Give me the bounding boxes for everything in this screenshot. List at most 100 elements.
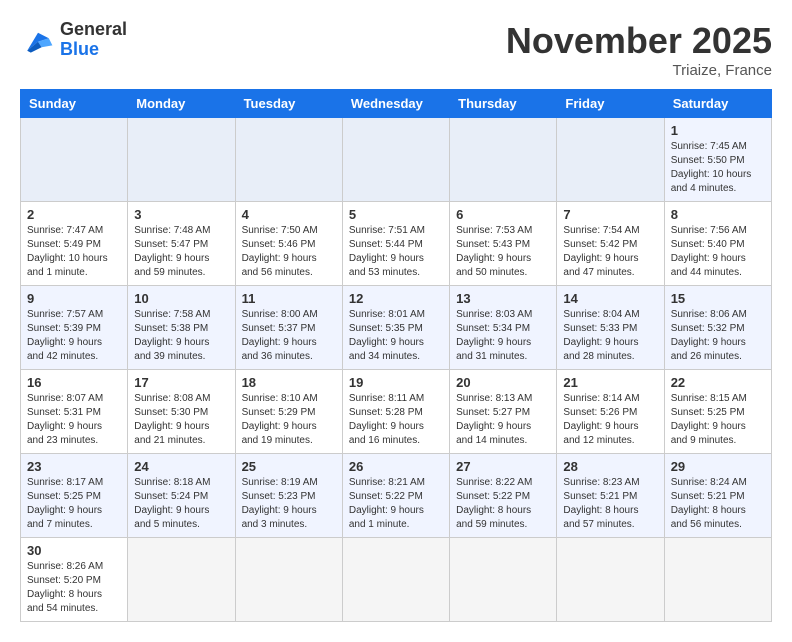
calendar-cell: 16 Sunrise: 8:07 AM Sunset: 5:31 PM Dayli…: [21, 370, 128, 454]
day-number: 13: [456, 291, 550, 306]
logo-icon: [20, 25, 56, 55]
day-info: Sunrise: 7:50 AM Sunset: 5:46 PM Dayligh…: [242, 224, 336, 280]
location-subtitle: Triaize, France: [506, 62, 772, 79]
day-number: 29: [671, 459, 765, 474]
day-info: Sunrise: 8:22 AM Sunset: 5:22 PM Dayligh…: [456, 476, 550, 532]
calendar-body: 1 Sunrise: 7:45 AM Sunset: 5:50 PM Daylig…: [21, 118, 772, 622]
day-info: Sunrise: 7:45 AM Sunset: 5:50 PM Dayligh…: [671, 140, 765, 196]
day-number: 27: [456, 459, 550, 474]
day-info: Sunrise: 8:00 AM Sunset: 5:37 PM Dayligh…: [242, 308, 336, 364]
day-info: Sunrise: 8:08 AM Sunset: 5:30 PM Dayligh…: [134, 392, 228, 448]
day-info: Sunrise: 8:11 AM Sunset: 5:28 PM Dayligh…: [349, 392, 443, 448]
day-info: Sunrise: 8:15 AM Sunset: 5:25 PM Dayligh…: [671, 392, 765, 448]
day-info: Sunrise: 8:24 AM Sunset: 5:21 PM Dayligh…: [671, 476, 765, 532]
calendar-cell: 30 Sunrise: 8:26 AM Sunset: 5:20 PM Dayli…: [21, 538, 128, 622]
day-number: 23: [27, 459, 121, 474]
day-number: 18: [242, 375, 336, 390]
day-number: 2: [27, 207, 121, 222]
day-info: Sunrise: 7:57 AM Sunset: 5:39 PM Dayligh…: [27, 308, 121, 364]
day-info: Sunrise: 7:51 AM Sunset: 5:44 PM Dayligh…: [349, 224, 443, 280]
calendar-cell: [235, 538, 342, 622]
calendar-cell: 14Sunrise: 8:04 AM Sunset: 5:33 PM Dayli…: [557, 286, 664, 370]
calendar-cell: 11Sunrise: 8:00 AM Sunset: 5:37 PM Dayli…: [235, 286, 342, 370]
day-number: 12: [349, 291, 443, 306]
calendar-cell: [664, 538, 771, 622]
day-number: 1: [671, 123, 765, 138]
day-info: Sunrise: 8:14 AM Sunset: 5:26 PM Dayligh…: [563, 392, 657, 448]
calendar-cell: 27 Sunrise: 8:22 AM Sunset: 5:22 PM Dayli…: [450, 454, 557, 538]
day-header-wednesday: Wednesday: [342, 90, 449, 118]
title-block: November 2025 Triaize, France: [506, 20, 772, 79]
day-header-monday: Monday: [128, 90, 235, 118]
calendar-cell: 13 Sunrise: 8:03 AM Sunset: 5:34 PM Dayli…: [450, 286, 557, 370]
day-number: 24: [134, 459, 228, 474]
calendar-cell: [21, 118, 128, 202]
day-number: 21: [563, 375, 657, 390]
day-info: Sunrise: 7:53 AM Sunset: 5:43 PM Dayligh…: [456, 224, 550, 280]
day-info: Sunrise: 8:21 AM Sunset: 5:22 PM Dayligh…: [349, 476, 443, 532]
calendar-cell: 23 Sunrise: 8:17 AM Sunset: 5:25 PM Dayli…: [21, 454, 128, 538]
calendar-cell: 28 Sunrise: 8:23 AM Sunset: 5:21 PM Dayli…: [557, 454, 664, 538]
calendar-cell: [235, 118, 342, 202]
calendar-cell: [128, 118, 235, 202]
day-number: 9: [27, 291, 121, 306]
calendar-cell: 12 Sunrise: 8:01 AM Sunset: 5:35 PM Dayli…: [342, 286, 449, 370]
calendar-cell: 22Sunrise: 8:15 AM Sunset: 5:25 PM Dayli…: [664, 370, 771, 454]
day-number: 16: [27, 375, 121, 390]
day-number: 6: [456, 207, 550, 222]
day-info: Sunrise: 8:17 AM Sunset: 5:25 PM Dayligh…: [27, 476, 121, 532]
day-number: 10: [134, 291, 228, 306]
day-info: Sunrise: 8:10 AM Sunset: 5:29 PM Dayligh…: [242, 392, 336, 448]
day-header-saturday: Saturday: [664, 90, 771, 118]
day-header-friday: Friday: [557, 90, 664, 118]
day-number: 30: [27, 543, 121, 558]
day-info: Sunrise: 8:07 AM Sunset: 5:31 PM Dayligh…: [27, 392, 121, 448]
day-info: Sunrise: 8:03 AM Sunset: 5:34 PM Dayligh…: [456, 308, 550, 364]
calendar-cell: [342, 118, 449, 202]
calendar-cell: 8Sunrise: 7:56 AM Sunset: 5:40 PM Daylig…: [664, 202, 771, 286]
day-number: 19: [349, 375, 443, 390]
calendar-week-row: 30 Sunrise: 8:26 AM Sunset: 5:20 PM Dayli…: [21, 538, 772, 622]
day-info: Sunrise: 7:56 AM Sunset: 5:40 PM Dayligh…: [671, 224, 765, 280]
day-number: 25: [242, 459, 336, 474]
day-number: 4: [242, 207, 336, 222]
calendar-cell: 29 Sunrise: 8:24 AM Sunset: 5:21 PM Dayli…: [664, 454, 771, 538]
calendar-cell: [342, 538, 449, 622]
calendar-cell: 3Sunrise: 7:48 AM Sunset: 5:47 PM Daylig…: [128, 202, 235, 286]
calendar-cell: 7Sunrise: 7:54 AM Sunset: 5:42 PM Daylig…: [557, 202, 664, 286]
day-header-tuesday: Tuesday: [235, 90, 342, 118]
day-info: Sunrise: 7:58 AM Sunset: 5:38 PM Dayligh…: [134, 308, 228, 364]
day-header-thursday: Thursday: [450, 90, 557, 118]
calendar-cell: 17 Sunrise: 8:08 AM Sunset: 5:30 PM Dayli…: [128, 370, 235, 454]
day-header-sunday: Sunday: [21, 90, 128, 118]
day-number: 5: [349, 207, 443, 222]
calendar-cell: 5 Sunrise: 7:51 AM Sunset: 5:44 PM Daylig…: [342, 202, 449, 286]
month-title: November 2025: [506, 20, 772, 62]
day-info: Sunrise: 8:04 AM Sunset: 5:33 PM Dayligh…: [563, 308, 657, 364]
calendar-header-row: SundayMondayTuesdayWednesdayThursdayFrid…: [21, 90, 772, 118]
calendar-cell: 20Sunrise: 8:13 AM Sunset: 5:27 PM Dayli…: [450, 370, 557, 454]
calendar-cell: 1 Sunrise: 7:45 AM Sunset: 5:50 PM Daylig…: [664, 118, 771, 202]
day-info: Sunrise: 7:47 AM Sunset: 5:49 PM Dayligh…: [27, 224, 121, 280]
calendar-cell: [557, 118, 664, 202]
day-number: 28: [563, 459, 657, 474]
day-number: 3: [134, 207, 228, 222]
calendar-cell: 21 Sunrise: 8:14 AM Sunset: 5:26 PM Dayli…: [557, 370, 664, 454]
day-info: Sunrise: 8:01 AM Sunset: 5:35 PM Dayligh…: [349, 308, 443, 364]
day-number: 17: [134, 375, 228, 390]
calendar-table: SundayMondayTuesdayWednesdayThursdayFrid…: [20, 89, 772, 622]
day-info: Sunrise: 7:54 AM Sunset: 5:42 PM Dayligh…: [563, 224, 657, 280]
day-info: Sunrise: 8:23 AM Sunset: 5:21 PM Dayligh…: [563, 476, 657, 532]
day-info: Sunrise: 8:26 AM Sunset: 5:20 PM Dayligh…: [27, 560, 121, 616]
calendar-week-row: 23 Sunrise: 8:17 AM Sunset: 5:25 PM Dayli…: [21, 454, 772, 538]
logo-text: General Blue: [60, 20, 127, 60]
calendar-week-row: 9 Sunrise: 7:57 AM Sunset: 5:39 PM Daylig…: [21, 286, 772, 370]
day-info: Sunrise: 8:13 AM Sunset: 5:27 PM Dayligh…: [456, 392, 550, 448]
calendar-cell: 9 Sunrise: 7:57 AM Sunset: 5:39 PM Daylig…: [21, 286, 128, 370]
calendar-cell: [128, 538, 235, 622]
calendar-cell: [450, 118, 557, 202]
calendar-week-row: 1 Sunrise: 7:45 AM Sunset: 5:50 PM Daylig…: [21, 118, 772, 202]
calendar-cell: 10 Sunrise: 7:58 AM Sunset: 5:38 PM Dayli…: [128, 286, 235, 370]
calendar-cell: 18 Sunrise: 8:10 AM Sunset: 5:29 PM Dayli…: [235, 370, 342, 454]
calendar-cell: [450, 538, 557, 622]
